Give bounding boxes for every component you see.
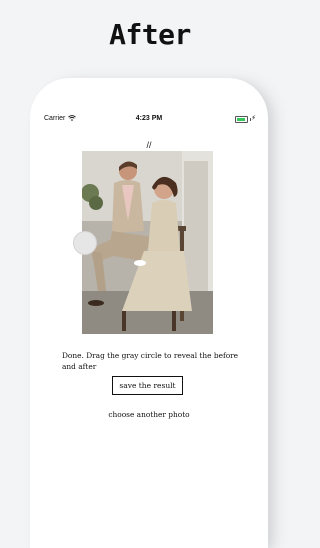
- reveal-drag-handle[interactable]: [73, 231, 97, 255]
- status-message: Done. Drag the gray circle to reveal the…: [62, 351, 239, 371]
- battery-fill: [237, 118, 246, 121]
- choose-another-photo-link[interactable]: choose another photo: [30, 410, 268, 419]
- battery-icon: [235, 116, 248, 123]
- photo-illustration: [82, 151, 213, 334]
- save-result-button[interactable]: save the result: [112, 376, 183, 395]
- phone-screen: Carrier 4:23 PM ⚡︎ // Done. Drag the gra…: [30, 78, 268, 548]
- status-bar: Carrier 4:23 PM ⚡︎: [30, 114, 268, 126]
- banner-title: After: [109, 18, 191, 51]
- clock: 4:23 PM: [135, 115, 163, 122]
- charging-bolt-icon: ⚡︎: [251, 115, 256, 122]
- header-glyph: //: [146, 140, 152, 150]
- comparison-photo[interactable]: [82, 151, 213, 334]
